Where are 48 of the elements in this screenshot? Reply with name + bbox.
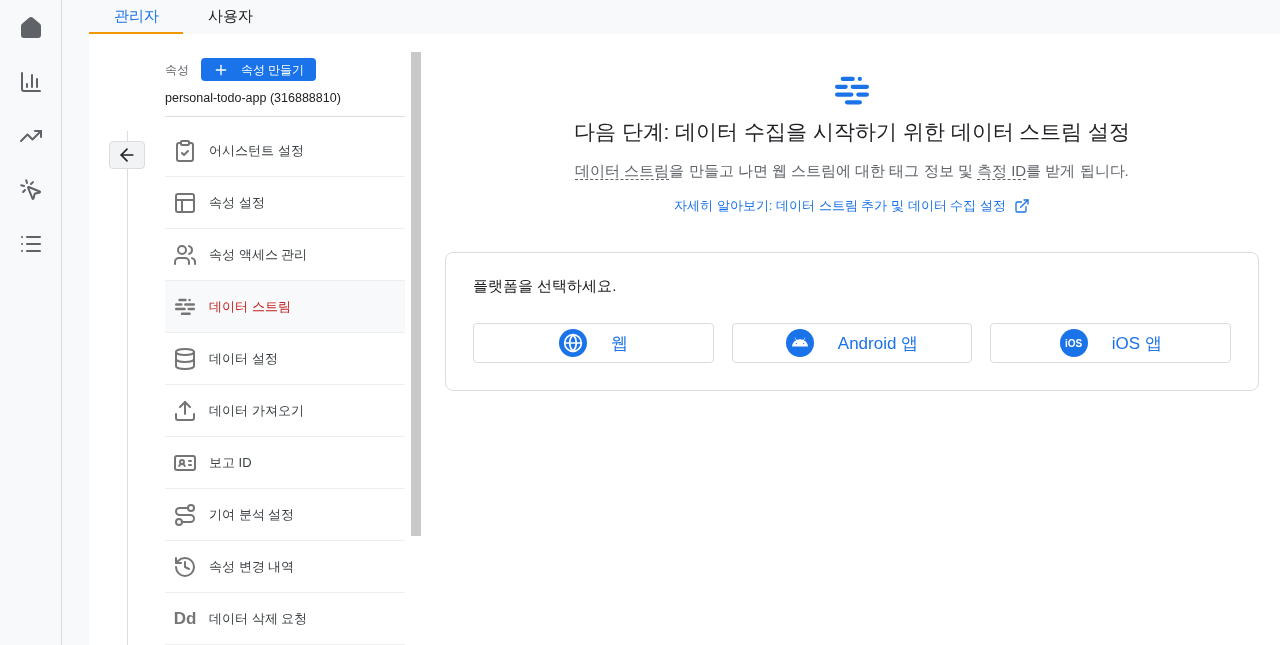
clipboard-check-icon <box>173 138 197 163</box>
dd-icon: Dd <box>173 610 197 627</box>
back-button[interactable] <box>109 141 145 170</box>
platform-button[interactable]: Android 앱 <box>731 323 973 364</box>
menu-item[interactable]: 기여 분석 설정 <box>165 489 405 541</box>
history-icon <box>173 554 197 579</box>
ios-icon: iOS <box>1059 329 1088 358</box>
tab[interactable]: 사용자 <box>183 0 277 35</box>
learn-more-link[interactable]: 자세히 알아보기: 데이터 스트림 추가 및 데이터 수집 설정 <box>674 196 1030 216</box>
menu-label: 기여 분석 설정 <box>209 505 295 524</box>
menu-label: 보고 ID <box>209 453 252 472</box>
bar-chart-icon[interactable] <box>18 70 43 94</box>
globe-icon <box>558 329 587 358</box>
layout-icon <box>173 190 197 215</box>
route-icon <box>173 502 197 527</box>
menu-item[interactable]: 어시스턴트 설정 <box>165 125 405 177</box>
android-icon <box>785 329 814 358</box>
cursor-click-icon[interactable] <box>18 178 43 202</box>
create-property-button[interactable]: 속성 만들기 <box>201 58 317 82</box>
menu-item[interactable]: Dd 데이터 삭제 요청 <box>165 593 405 645</box>
platform-prompt: 플랫폼을 선택하세요. <box>473 275 618 296</box>
stream-icon <box>835 76 869 107</box>
platform-button[interactable]: 웹 <box>473 323 714 364</box>
menu-item[interactable]: 보고 ID <box>165 437 405 489</box>
menu-item[interactable]: 데이터 스트림 <box>165 281 405 333</box>
menu-item[interactable]: 속성 설정 <box>165 177 405 229</box>
heading: 다음 단계: 데이터 수집을 시작하기 위한 데이터 스트림 설정 <box>573 119 1131 146</box>
external-link-icon <box>1013 198 1030 214</box>
menu-label: 데이터 스트림 <box>209 297 291 316</box>
stream-icon <box>175 296 195 317</box>
database-icon <box>173 346 197 371</box>
description: 데이터 스트림을 만들고 나면 웹 스트림에 대한 태그 정보 및 측정 ID를 받게 됩니다. <box>575 160 1129 182</box>
upload-icon <box>173 398 197 423</box>
menu-label: 속성 설정 <box>209 193 265 212</box>
menu-item[interactable]: 속성 변경 내역 <box>165 541 405 593</box>
platform-button[interactable]: iOS iOS 앱 <box>990 323 1231 364</box>
menu-label: 속성 변경 내역 <box>209 557 295 576</box>
property-name: personal-todo-app (316888810) <box>165 89 405 117</box>
property-label: 속성 <box>165 61 189 79</box>
home-icon[interactable] <box>18 16 43 40</box>
menu-label: 데이터 가져오기 <box>209 401 304 420</box>
people-icon <box>173 242 197 267</box>
menu-label: 데이터 삭제 요청 <box>209 609 308 628</box>
menu-label: 데이터 설정 <box>209 349 278 368</box>
menu-label: 어시스턴트 설정 <box>209 141 304 160</box>
menu-label: 속성 액세스 관리 <box>209 245 308 264</box>
menu-item[interactable]: 데이터 설정 <box>165 333 405 385</box>
menu-item[interactable]: 데이터 가져오기 <box>165 385 405 437</box>
